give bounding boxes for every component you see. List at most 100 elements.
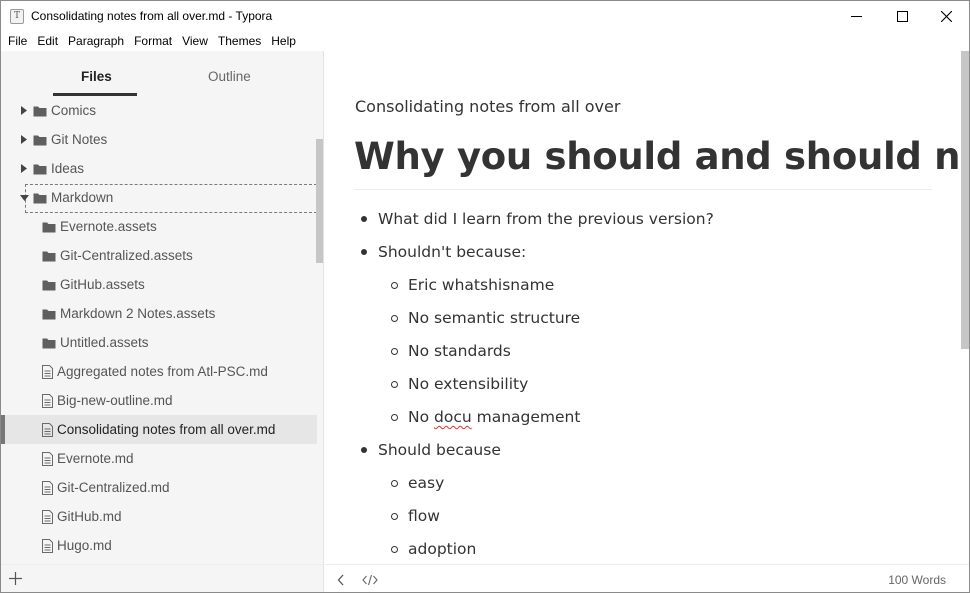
bullet-circle-icon: [391, 347, 398, 355]
tree-folder-markdown[interactable]: Markdown: [1, 183, 317, 212]
tree-file-hugo-md[interactable]: Hugo.md: [1, 531, 317, 560]
nested-list-item[interactable]: adoption: [391, 538, 476, 560]
minimize-button[interactable]: [833, 1, 879, 31]
active-file-marker: [1, 415, 5, 444]
bullet-circle-icon: [391, 314, 398, 322]
bullet-circle-icon: [391, 413, 398, 421]
source-code-mode-button[interactable]: [362, 573, 378, 591]
menu-bar: File Edit Paragraph Format View Themes H…: [1, 31, 969, 51]
tree-item-label: Untitled.assets: [60, 335, 149, 350]
folder-icon: [42, 308, 56, 320]
file-icon: [42, 393, 53, 408]
sidebar-scrollbar-thumb[interactable]: [316, 139, 323, 263]
list-item[interactable]: Should because: [361, 439, 501, 461]
file-icon: [42, 364, 53, 379]
bullet-circle-icon: [391, 380, 398, 388]
nested-list-item[interactable]: No docu management: [391, 406, 580, 428]
tree-folder-evernote-assets[interactable]: Evernote.assets: [1, 212, 317, 241]
caret-right-icon[interactable]: [19, 164, 29, 173]
menu-edit[interactable]: Edit: [32, 34, 63, 48]
list-item-text: adoption: [408, 540, 477, 558]
bullet-circle-icon: [391, 545, 398, 553]
caret-right-icon[interactable]: [19, 135, 29, 144]
tree-item-label: Hugo.md: [57, 538, 112, 553]
tree-item-label: Evernote.assets: [60, 219, 157, 234]
menu-view[interactable]: View: [177, 34, 213, 48]
tree-folder-git-notes[interactable]: Git Notes: [1, 125, 317, 154]
nested-list-item[interactable]: No semantic structure: [391, 307, 580, 329]
nested-list-item[interactable]: easy: [391, 472, 444, 494]
tree-folder-untitled-assets[interactable]: Untitled.assets: [1, 328, 317, 357]
nested-list-item[interactable]: No extensibility: [391, 373, 528, 395]
add-file-button[interactable]: [9, 572, 22, 590]
menu-paragraph[interactable]: Paragraph: [63, 34, 129, 48]
maximize-button[interactable]: [879, 1, 925, 31]
close-icon: [940, 10, 952, 22]
misspelled-word[interactable]: docu: [434, 408, 472, 426]
folder-icon: [42, 221, 56, 233]
bullet-disc-icon: [361, 249, 367, 255]
document-subtitle[interactable]: Consolidating notes from all over: [355, 97, 620, 116]
tree-item-label: Evernote.md: [57, 451, 134, 466]
list-item-text: flow: [408, 507, 440, 525]
maximize-icon: [896, 10, 908, 22]
nested-list-item[interactable]: Eric whatshisname: [391, 274, 554, 296]
sidebar: Files Outline Comics Git Notes Ideas Markdo…: [1, 51, 324, 564]
tree-file-consolidating-notes-from-all-over-md[interactable]: Consolidating notes from all over.md: [1, 415, 317, 444]
tab-outline[interactable]: Outline: [208, 69, 251, 84]
nested-list-item[interactable]: No standards: [391, 340, 511, 362]
tree-item-label: Comics: [51, 103, 97, 118]
document-heading[interactable]: Why you should and should not: [354, 135, 961, 178]
tree-folder-comics[interactable]: Comics: [1, 96, 317, 125]
toggle-sidebar-button[interactable]: [337, 573, 345, 591]
list-item-text: Should because: [378, 441, 501, 459]
folder-icon: [42, 250, 56, 262]
tree-folder-markdown-2-notes-assets[interactable]: Markdown 2 Notes.assets: [1, 299, 317, 328]
folder-icon: [33, 105, 47, 117]
list-item-text: What did I learn from the previous versi…: [378, 210, 714, 228]
word-count[interactable]: 100 Words: [888, 573, 946, 587]
window-title: Consolidating notes from all over.md - T…: [31, 9, 273, 23]
typora-app-icon: T: [10, 9, 24, 24]
tree-item-label: Consolidating notes from all over.md: [57, 422, 276, 437]
folder-icon: [33, 134, 47, 146]
tree-item-label: Git Notes: [51, 132, 108, 147]
tree-item-label: GitHub.md: [57, 509, 122, 524]
nested-list-item[interactable]: flow: [391, 505, 440, 527]
editor-scrollbar-thumb[interactable]: [961, 51, 969, 349]
bullet-disc-icon: [361, 216, 367, 222]
code-icon: [362, 574, 378, 586]
menu-themes[interactable]: Themes: [213, 34, 266, 48]
bullet-circle-icon: [391, 479, 398, 487]
list-item-text: No standards: [408, 342, 511, 360]
plus-icon: [9, 572, 22, 585]
tree-file-big-new-outline-md[interactable]: Big-new-outline.md: [1, 386, 317, 415]
tree-file-aggregated-notes-from-atl-psc-md[interactable]: Aggregated notes from Atl-PSC.md: [1, 357, 317, 386]
tree-folder-git-centralized-assets[interactable]: Git-Centralized.assets: [1, 241, 317, 270]
list-item[interactable]: What did I learn from the previous versi…: [361, 208, 714, 230]
menu-help[interactable]: Help: [266, 34, 301, 48]
tree-item-label: Markdown 2 Notes.assets: [60, 306, 216, 321]
caret-right-icon[interactable]: [19, 106, 29, 115]
close-button[interactable]: [923, 1, 969, 31]
list-item[interactable]: Shouldn't because:: [361, 241, 526, 263]
tree-item-label: Markdown: [51, 190, 114, 205]
editor-pane[interactable]: Consolidating notes from all over Why yo…: [325, 51, 961, 564]
tree-file-evernote-md[interactable]: Evernote.md: [1, 444, 317, 473]
menu-file[interactable]: File: [3, 34, 32, 48]
app-window: T Consolidating notes from all over.md -…: [0, 0, 970, 593]
title-bar: T Consolidating notes from all over.md -…: [1, 1, 969, 31]
file-icon: [42, 480, 53, 495]
menu-format[interactable]: Format: [129, 34, 177, 48]
tree-file-git-centralized-md[interactable]: Git-Centralized.md: [1, 473, 317, 502]
tree-folder-github-assets[interactable]: GitHub.assets: [1, 270, 317, 299]
tree-file-github-md[interactable]: GitHub.md: [1, 502, 317, 531]
tree-item-label: GitHub.assets: [60, 277, 145, 292]
tree-item-label: Aggregated notes from Atl-PSC.md: [57, 364, 268, 379]
list-item-text: management: [471, 408, 581, 426]
status-bar: 100 Words: [325, 564, 969, 592]
tree-folder-ideas[interactable]: Ideas: [1, 154, 317, 183]
sidebar-footer: [1, 564, 324, 592]
tab-files[interactable]: Files: [81, 69, 112, 84]
caret-down-icon[interactable]: [19, 194, 29, 201]
